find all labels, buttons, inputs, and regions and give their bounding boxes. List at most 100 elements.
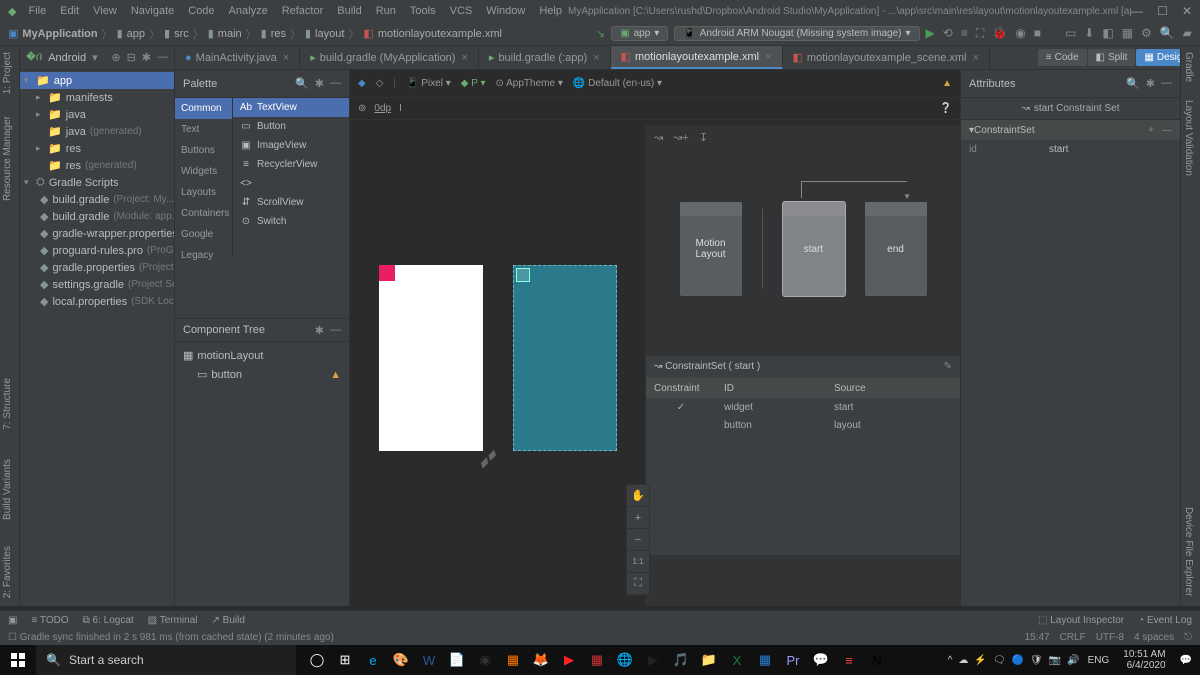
tool-event-log[interactable]: ◔ Event Log — [1138, 615, 1192, 626]
taskbar-app-icon[interactable]: N — [864, 647, 890, 673]
add-constraintset-icon[interactable]: ↧ — [699, 131, 708, 144]
design-canvas[interactable]: ▰▰ — [350, 125, 645, 606]
taskbar-app-icon[interactable]: ≡ — [836, 647, 862, 673]
editor-tab[interactable]: ◧motionlayoutexample_scene.xml× — [783, 46, 990, 69]
tool-gradle[interactable]: Gradle — [1181, 46, 1196, 88]
status-line-sep[interactable]: CRLF — [1060, 632, 1086, 643]
tray-icon[interactable]: 🔵 — [1012, 655, 1024, 666]
menu-build[interactable]: Build — [331, 3, 367, 19]
status-indent[interactable]: 4 spaces — [1134, 632, 1174, 643]
palette-category[interactable]: Containers — [175, 203, 232, 224]
palette-item[interactable]: ⇵ScrollView — [233, 193, 349, 212]
locale-dropdown[interactable]: 🌐 Default (en-us) ▾ — [573, 78, 662, 89]
rotate-icon[interactable]: ◇ — [376, 78, 384, 89]
taskbar-app-icon[interactable]: ◉ — [472, 647, 498, 673]
editor-tab[interactable]: ◧motionlayoutexample.xml× — [611, 46, 783, 69]
tree-item[interactable]: ▸📁 res — [20, 140, 174, 157]
coverage-icon[interactable]: ◉ — [1015, 26, 1025, 41]
gear-icon[interactable]: ✱ — [1146, 77, 1155, 90]
edit-icon[interactable]: ✎ — [944, 361, 952, 372]
tool-favorites[interactable]: 2: Favorites — [0, 540, 15, 604]
tool-layout-validation[interactable]: Layout Validation — [1181, 94, 1196, 182]
profile-icon[interactable]: ⛶ — [976, 26, 984, 41]
tool-structure[interactable]: 7: Structure — [0, 372, 15, 436]
lang-indicator[interactable]: ENG — [1088, 655, 1110, 666]
palette-item[interactable]: ≡RecyclerView — [233, 155, 349, 174]
taskbar-app-icon[interactable]: Pr — [780, 647, 806, 673]
taskbar-app-icon[interactable]: W — [416, 647, 442, 673]
code-view-button[interactable]: ≡Code — [1038, 49, 1087, 66]
hide-icon[interactable]: — — [1161, 77, 1172, 90]
zoom-fit-button[interactable]: 1:1 — [627, 551, 649, 573]
menu-file[interactable]: File — [22, 3, 52, 19]
gear-icon[interactable]: ✱ — [315, 324, 324, 337]
hide-icon[interactable]: — — [1162, 125, 1172, 136]
attach-icon[interactable]: ◧ — [1102, 26, 1113, 41]
menu-edit[interactable]: Edit — [54, 3, 85, 19]
palette-item[interactable]: AbTextView — [233, 98, 349, 117]
gear-icon[interactable]: ✱ — [142, 51, 151, 64]
tree-item[interactable]: ▸📁 java — [20, 106, 174, 123]
taskbar-app-icon[interactable]: 🌐 — [612, 647, 638, 673]
system-tray[interactable]: ^☁⚡🗨🔵🛡📷🔊 ENG 10:51 AM 6/4/2020 💬 — [940, 649, 1200, 671]
hide-icon[interactable]: — — [330, 324, 341, 337]
tree-item[interactable]: ◆ gradle.properties (Project... — [20, 259, 174, 276]
status-lock-icon[interactable]: ⎋ — [1184, 632, 1192, 643]
sync-icon[interactable]: ↘ — [596, 27, 605, 40]
tree-item[interactable]: 📁 java (generated) — [20, 123, 174, 140]
zoom-reset-button[interactable]: ⛶ — [627, 573, 649, 595]
menu-help[interactable]: Help — [533, 3, 568, 19]
scroll-from-icon[interactable]: ⊕ — [111, 51, 120, 64]
tool-build-variants[interactable]: Build Variants — [0, 453, 15, 526]
breadcrumb[interactable]: ▮layout〉 — [305, 26, 359, 42]
tree-item[interactable]: 📁 res (generated) — [20, 157, 174, 174]
tray-icon[interactable]: ⚡ — [974, 655, 986, 666]
attr-row[interactable]: id start — [961, 140, 1180, 158]
cursor-icon[interactable]: ◆ — [358, 78, 366, 89]
zoom-out-button[interactable]: − — [627, 529, 649, 551]
tree-item[interactable]: ◆ proguard-rules.pro (ProGu... — [20, 242, 174, 259]
magnet-icon[interactable]: ⊚ — [358, 103, 366, 114]
split-view-button[interactable]: ◧Split — [1088, 49, 1136, 66]
palette-item[interactable]: ▣ImageView — [233, 136, 349, 155]
tree-item[interactable]: ▾📁 app — [20, 72, 174, 89]
taskbar-app-icon[interactable]: ▦ — [584, 647, 610, 673]
debug-icon[interactable]: ⟲ — [943, 26, 953, 41]
collapse-icon[interactable]: ⊟ — [127, 51, 136, 64]
palette-item[interactable]: <> — [233, 174, 349, 193]
start-button[interactable] — [0, 645, 36, 675]
palette-category[interactable]: Widgets — [175, 161, 232, 182]
constraint-row[interactable]: ✓widgetstart — [646, 398, 960, 416]
tree-item[interactable]: ▸📁 manifests — [20, 89, 174, 106]
resize-handle-icon[interactable]: ▰▰ — [474, 445, 501, 472]
avd-icon[interactable]: ▭ — [1065, 26, 1076, 41]
minimize-button[interactable]: — — [1131, 4, 1143, 18]
close-button[interactable]: ✕ — [1182, 4, 1192, 18]
taskbar-app-icon[interactable]: 🎵 — [668, 647, 694, 673]
motion-layout-card[interactable]: Motion Layout — [680, 202, 742, 296]
notif-icon[interactable]: ▰ — [1183, 26, 1192, 41]
menu-window[interactable]: Window — [480, 3, 531, 19]
tray-icon[interactable]: ^ — [948, 655, 953, 666]
component-tree-item[interactable]: ▭button▲ — [179, 365, 345, 384]
taskbar-search[interactable]: 🔍 Start a search — [36, 645, 296, 675]
theme-dropdown[interactable]: ⊙ AppTheme ▾ — [496, 78, 563, 89]
tree-item[interactable]: ◆ build.gradle (Project: My... — [20, 191, 174, 208]
taskbar-app-icon[interactable]: 📄 — [444, 647, 470, 673]
api-dropdown[interactable]: ◆ P ▾ — [461, 78, 486, 89]
notif-icon[interactable]: ▣ — [8, 615, 17, 626]
palette-category[interactable]: Legacy — [175, 245, 232, 266]
text-cursor-icon[interactable]: I — [399, 103, 402, 114]
module-selector[interactable]: ▣app▾ — [611, 26, 668, 41]
taskbar-app-icon[interactable]: 🦊 — [528, 647, 554, 673]
gear-icon[interactable]: ✱ — [315, 77, 324, 90]
tree-item[interactable]: ◆ local.properties (SDK Loc... — [20, 293, 174, 310]
project-view-label[interactable]: Android — [48, 52, 86, 64]
component-tree-item[interactable]: ▦motionLayout — [179, 346, 345, 365]
palette-items[interactable]: AbTextView▭Button▣ImageView≡RecyclerView… — [233, 98, 349, 258]
status-encoding[interactable]: UTF-8 — [1096, 632, 1124, 643]
palette-category[interactable]: Buttons — [175, 140, 232, 161]
palette-category[interactable]: Google — [175, 224, 232, 245]
hide-icon[interactable]: — — [157, 51, 168, 64]
tool-project[interactable]: 1: Project — [0, 46, 15, 100]
